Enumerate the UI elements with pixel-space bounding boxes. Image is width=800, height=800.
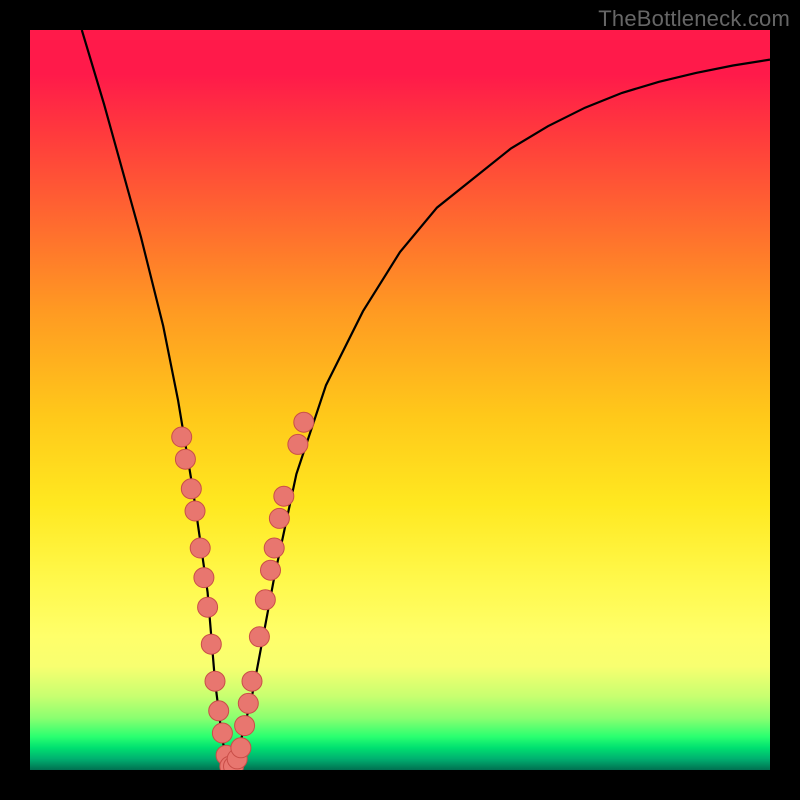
- point-cluster-left-d: [185, 501, 205, 521]
- point-cluster-right-c: [242, 671, 262, 691]
- point-cluster-right-a: [235, 716, 255, 736]
- point-cluster-left-e: [190, 538, 210, 558]
- point-cluster-right-j: [288, 434, 308, 454]
- plot-area: [30, 30, 770, 770]
- chart-svg: [30, 30, 770, 770]
- point-cluster-left-c: [181, 479, 201, 499]
- point-cluster-right-b: [238, 693, 258, 713]
- point-cluster-right-i: [274, 486, 294, 506]
- point-cluster-bottom-e: [231, 738, 251, 758]
- point-cluster-left-a: [172, 427, 192, 447]
- watermark-text: TheBottleneck.com: [598, 6, 790, 32]
- point-cluster-left-i: [205, 671, 225, 691]
- point-cluster-right-k: [294, 412, 314, 432]
- point-cluster-right-g: [264, 538, 284, 558]
- chart-frame: TheBottleneck.com: [0, 0, 800, 800]
- point-cluster-left-g: [198, 597, 218, 617]
- point-cluster-left-h: [201, 634, 221, 654]
- point-cluster-right-d: [249, 627, 269, 647]
- point-cluster-right-h: [269, 508, 289, 528]
- point-cluster-right-e: [255, 590, 275, 610]
- point-cluster-right-f: [261, 560, 281, 580]
- point-cluster-left-b: [175, 449, 195, 469]
- point-cluster-left-k: [212, 723, 232, 743]
- bottleneck-curve: [82, 30, 770, 770]
- point-cluster-left-f: [194, 568, 214, 588]
- point-cluster-left-j: [209, 701, 229, 721]
- data-points: [172, 412, 314, 770]
